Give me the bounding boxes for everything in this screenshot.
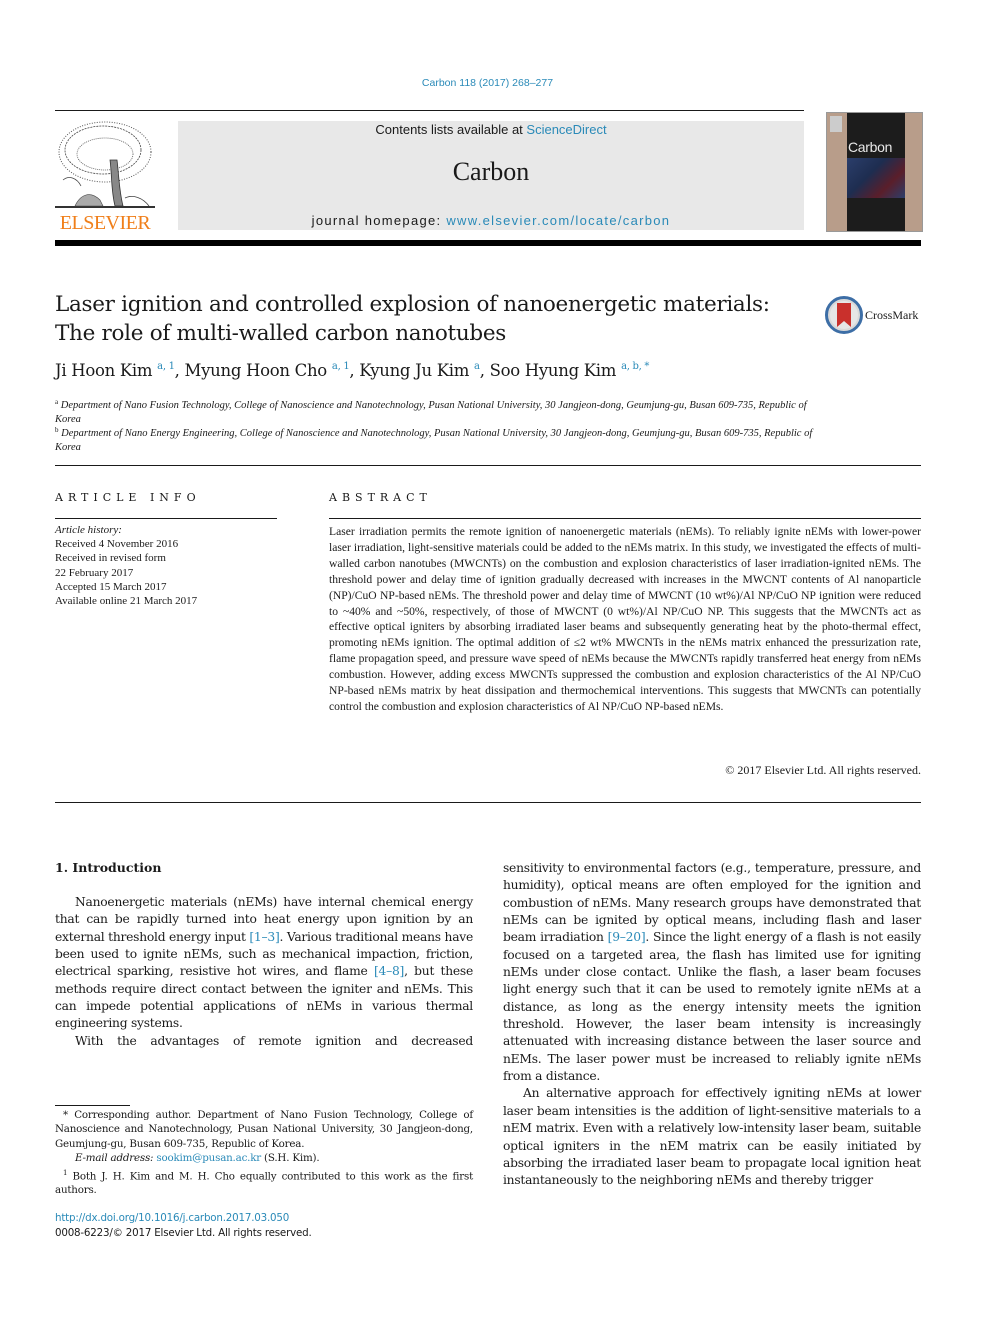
article-info-rule bbox=[55, 518, 277, 519]
author-list: Ji Hoon Kim a, 1, Myung Hoon Cho a, 1, K… bbox=[55, 361, 649, 380]
contents-prefix: Contents lists available at bbox=[375, 122, 527, 137]
author-name: Kyung Ju Kim bbox=[359, 361, 470, 380]
email-label: E-mail address: bbox=[75, 1152, 154, 1165]
history-item: Received 4 November 2016 bbox=[55, 538, 179, 551]
reference-link[interactable]: [1–3] bbox=[249, 930, 279, 944]
section-heading-introduction: 1. Introduction bbox=[55, 860, 162, 875]
author-email-link[interactable]: sookim@pusan.ac.kr bbox=[156, 1152, 261, 1164]
article-title-line-2: The role of multi-walled carbon nanotube… bbox=[55, 321, 507, 346]
article-title-line-1: Laser ignition and controlled explosion … bbox=[55, 292, 770, 317]
author-separator: , bbox=[349, 361, 360, 380]
abstract-copyright: © 2017 Elsevier Ltd. All rights reserved… bbox=[725, 763, 921, 777]
footnote-email: E-mail address: sookim@pusan.ac.kr (S.H.… bbox=[55, 1151, 473, 1165]
article-history-label: Article history: bbox=[55, 524, 122, 536]
contents-available-line: Contents lists available at ScienceDirec… bbox=[178, 122, 804, 137]
history-item: Received in revised form bbox=[55, 552, 166, 565]
elsevier-tree-icon bbox=[55, 121, 155, 208]
header-thick-rule bbox=[55, 240, 921, 246]
elsevier-logo[interactable]: ELSEVIER bbox=[55, 120, 155, 234]
affiliation-b: b Department of Nano Energy Engineering,… bbox=[55, 423, 815, 455]
elsevier-wordmark: ELSEVIER bbox=[59, 212, 151, 234]
issn-copyright: 0008-6223/© 2017 Elsevier Ltd. All right… bbox=[55, 1227, 312, 1239]
body-column-left: Nanoenergetic materials (nEMs) have inte… bbox=[55, 894, 473, 1050]
body-column-right: sensitivity to environmental factors (e.… bbox=[503, 860, 921, 1190]
author-name: Soo Hyung Kim bbox=[489, 361, 617, 380]
affiliation-text: Department of Nano Energy Engineering, C… bbox=[55, 428, 813, 453]
footnote-text: Both J. H. Kim and M. H. Cho equally con… bbox=[55, 1170, 474, 1197]
history-item: Available online 21 March 2017 bbox=[55, 595, 198, 608]
author-separator: , bbox=[479, 361, 490, 380]
journal-homepage-line: journal homepage: www.elsevier.com/locat… bbox=[178, 213, 804, 228]
abstract-text: Laser irradiation permits the remote ign… bbox=[329, 525, 921, 713]
footnote-equal-contribution: 1 Both J. H. Kim and M. H. Cho equally c… bbox=[55, 1166, 473, 1198]
footnote-mark: 1 bbox=[63, 1168, 68, 1177]
affiliation-mark: a bbox=[55, 398, 59, 406]
doi-link[interactable]: http://dx.doi.org/10.1016/j.carbon.2017.… bbox=[55, 1212, 289, 1224]
author-affiliation-marks[interactable]: a, 1 bbox=[157, 361, 175, 372]
footnote-rule bbox=[55, 1105, 130, 1106]
paragraph: sensitivity to environmental factors (e.… bbox=[503, 860, 921, 1085]
author[interactable]: Myung Hoon Cho a, 1 bbox=[185, 361, 350, 380]
history-item: 22 February 2017 bbox=[55, 566, 134, 579]
journal-homepage-link[interactable]: www.elsevier.com/locate/carbon bbox=[446, 213, 670, 228]
author-name: Myung Hoon Cho bbox=[184, 361, 328, 380]
paragraph: With the advantages of remote ignition a… bbox=[75, 1033, 473, 1048]
author-affiliation-marks[interactable]: a, 1 bbox=[332, 361, 350, 372]
cover-publisher-thumb bbox=[830, 116, 842, 132]
article-info-heading: ARTICLE INFO bbox=[55, 491, 201, 504]
article-title: Laser ignition and controlled explosion … bbox=[55, 290, 795, 348]
article-history: Article history: Received 4 November 201… bbox=[55, 523, 197, 608]
journal-name: Carbon bbox=[452, 157, 530, 186]
crossmark-label: CrossMark bbox=[865, 307, 919, 322]
footnote-corresponding: * Corresponding author. Department of Na… bbox=[55, 1108, 473, 1151]
front-matter-rule bbox=[55, 465, 921, 466]
history-item: Accepted 15 March 2017 bbox=[55, 580, 167, 593]
author-affiliation-marks[interactable]: a, b, * bbox=[621, 361, 649, 372]
journal-banner: Contents lists available at ScienceDirec… bbox=[178, 121, 804, 230]
paragraph: Nanoenergetic materials (nEMs) have inte… bbox=[55, 894, 473, 1033]
author-name: Ji Hoon Kim bbox=[55, 361, 153, 380]
header-top-rule bbox=[55, 110, 804, 111]
cover-artwork bbox=[847, 158, 905, 198]
author[interactable]: Ji Hoon Kim a, 1 bbox=[55, 361, 175, 380]
affiliation-mark: b bbox=[55, 426, 59, 434]
footnotes: * Corresponding author. Department of Na… bbox=[55, 1108, 473, 1198]
abstract-heading: ABSTRACT bbox=[329, 491, 432, 504]
doi-block: http://dx.doi.org/10.1016/j.carbon.2017.… bbox=[55, 1211, 312, 1241]
abstract-bottom-rule bbox=[55, 802, 921, 803]
author[interactable]: Soo Hyung Kim a, b, * bbox=[489, 361, 650, 380]
reference-link[interactable]: [9–20] bbox=[608, 930, 646, 944]
journal-cover-image[interactable]: Carbon bbox=[826, 112, 923, 232]
crossmark-icon bbox=[825, 296, 863, 334]
author-separator: , bbox=[174, 361, 185, 380]
paragraph-text: . Since the light energy of a flash is n… bbox=[503, 930, 921, 1084]
abstract-rule bbox=[329, 518, 921, 519]
footnote-text: Corresponding author. Department of Nano… bbox=[55, 1109, 473, 1150]
author[interactable]: Kyung Ju Kim a bbox=[359, 361, 480, 380]
footnote-mark: * bbox=[63, 1109, 68, 1121]
paragraph: An alternative approach for effectively … bbox=[503, 1086, 921, 1188]
journal-citation-link[interactable]: Carbon 118 (2017) 268–277 bbox=[0, 77, 975, 89]
homepage-prefix: journal homepage: bbox=[311, 213, 447, 228]
sciencedirect-link[interactable]: ScienceDirect bbox=[526, 122, 606, 137]
email-suffix: (S.H. Kim). bbox=[260, 1152, 320, 1165]
crossmark-badge[interactable]: CrossMark bbox=[825, 296, 918, 334]
affiliation-text: Department of Nano Fusion Technology, Co… bbox=[55, 400, 807, 425]
reference-link[interactable]: [4–8] bbox=[374, 964, 404, 978]
